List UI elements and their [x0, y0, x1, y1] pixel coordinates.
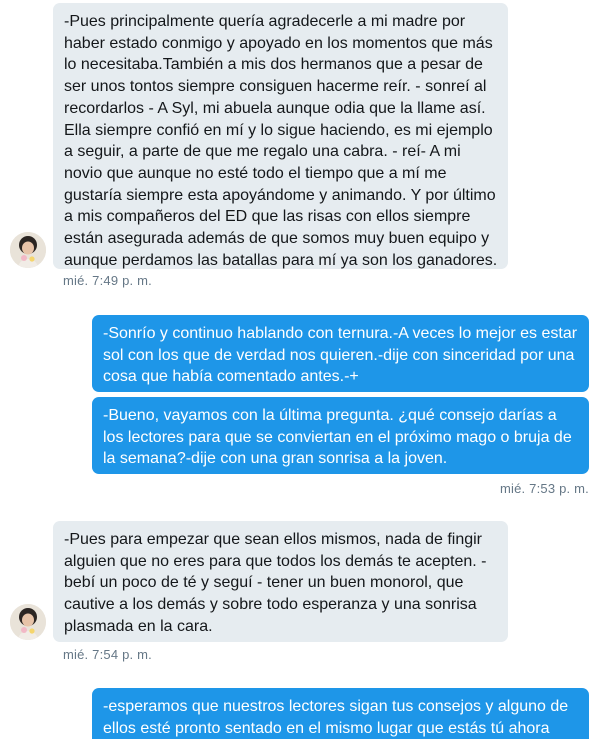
message-bubble-incoming[interactable]: -Pues principalmente quería agradecerle … — [53, 3, 508, 269]
message-text: -Sonrío y continuo hablando con ternura.… — [103, 325, 578, 386]
timestamp: mié. 7:49 p. m. — [63, 273, 152, 288]
message-text: -Pues para empezar que sean ellos mismos… — [64, 531, 487, 635]
conversation-thread: -Pues principalmente quería agradecerle … — [0, 0, 600, 739]
message-text: -esperamos que nuestros lectores sigan t… — [103, 698, 569, 737]
message-bubble-outgoing[interactable]: -Bueno, vayamos con la última pregunta. … — [92, 397, 589, 474]
avatar[interactable] — [10, 232, 46, 268]
avatar-photo-icon — [10, 604, 46, 640]
avatar[interactable] — [10, 604, 46, 640]
message-bubble-outgoing[interactable]: -Sonrío y continuo hablando con ternura.… — [92, 315, 589, 392]
message-text: -Bueno, vayamos con la última pregunta. … — [103, 407, 572, 468]
avatar-photo-icon — [10, 232, 46, 268]
timestamp: mié. 7:54 p. m. — [63, 647, 152, 662]
message-bubble-outgoing[interactable]: -esperamos que nuestros lectores sigan t… — [92, 688, 589, 739]
message-bubble-incoming[interactable]: -Pues para empezar que sean ellos mismos… — [53, 521, 508, 642]
timestamp: mié. 7:53 p. m. — [500, 481, 589, 496]
message-text: -Pues principalmente quería agradecerle … — [64, 13, 498, 269]
